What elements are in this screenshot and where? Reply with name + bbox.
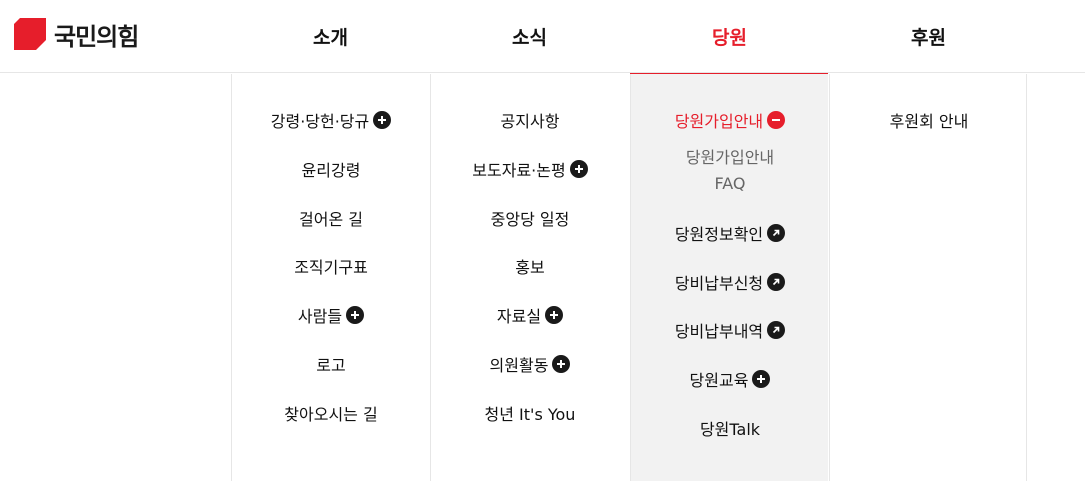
menu-item-label: 당비납부내역 [674, 322, 764, 341]
nav-tab-intro[interactable]: 소개 [231, 0, 430, 73]
external-link-icon[interactable] [767, 321, 786, 339]
menu-item-label: 당원정보확인 [674, 225, 764, 244]
menu-item-directions[interactable]: 찾아오시는 길 [232, 401, 430, 425]
external-link-icon[interactable] [767, 224, 786, 242]
logo-text: 국민의힘 [54, 22, 139, 51]
plus-icon[interactable] [373, 111, 392, 129]
menu-item-lawmaker-activity[interactable]: 의원활동 [431, 352, 629, 376]
menu-item-promotion[interactable]: 홍보 [431, 254, 629, 278]
menu-item-org-chart[interactable]: 조직기구표 [232, 254, 430, 278]
menu-item-press[interactable]: 보도자료·논평 [431, 157, 629, 181]
menu-item-notices[interactable]: 공지사항 [431, 108, 629, 132]
global-header: 국민의힘 소개 소식 당원 후원 [0, 0, 1085, 73]
menu-item-join-guide[interactable]: 당원가입안내 [631, 108, 829, 132]
menu-item-history[interactable]: 걸어온 길 [232, 206, 430, 230]
nav-tab-support[interactable]: 후원 [829, 0, 1028, 73]
site-logo[interactable]: 국민의힘 [14, 18, 139, 51]
menu-item-dues-apply[interactable]: 당비납부신청 [631, 270, 829, 294]
menu-item-logo[interactable]: 로고 [232, 352, 430, 376]
menu-item-label: 의원활동 [489, 356, 549, 375]
menu-item-sponsor-guide[interactable]: 후원회 안내 [830, 108, 1028, 132]
menu-item-label: 자료실 [496, 307, 542, 326]
menu-item-youth[interactable]: 청년 It's You [431, 401, 629, 425]
menu-item-label: 보도자료·논평 [472, 161, 566, 180]
menu-item-label: 강령·당헌·당규 [270, 112, 370, 131]
menu-column-news: 공지사항 보도자료·논평 중앙당 일정 홍보 자료실 의원활동 청년 It's … [430, 74, 628, 481]
nav-tab-news[interactable]: 소식 [430, 0, 629, 73]
menu-item-label: 당원가입안내 [674, 112, 764, 131]
menu-item-dues-history[interactable]: 당비납부내역 [631, 318, 829, 342]
menu-item-member-info[interactable]: 당원정보확인 [631, 221, 829, 245]
menu-item-label: 당비납부신청 [674, 274, 764, 293]
submenu-item-faq[interactable]: FAQ [631, 171, 829, 195]
menu-item-member-education[interactable]: 당원교육 [631, 367, 829, 391]
plus-icon[interactable] [552, 355, 571, 373]
menu-column-support: 후원회 안내 [829, 74, 1027, 481]
menu-item-platform[interactable]: 강령·당헌·당규 [232, 108, 430, 132]
logo-mark-icon [14, 18, 46, 50]
plus-icon[interactable] [545, 306, 564, 324]
menu-item-label: 당원교육 [689, 371, 749, 390]
menu-item-member-talk[interactable]: 당원Talk [631, 416, 829, 440]
menu-column-intro: 강령·당헌·당규 윤리강령 걸어온 길 조직기구표 사람들 로고 찾아오시는 길 [231, 74, 429, 481]
plus-icon[interactable] [346, 306, 365, 324]
plus-icon[interactable] [752, 370, 771, 388]
plus-icon[interactable] [569, 160, 588, 178]
menu-item-ethics[interactable]: 윤리강령 [232, 157, 430, 181]
nav-tab-member[interactable]: 당원 [630, 0, 829, 73]
menu-column-member: 당원가입안내 당원가입안내 FAQ 당원정보확인 당비납부신청 당비납부내역 당… [630, 74, 828, 481]
external-link-icon[interactable] [767, 273, 786, 291]
submenu-item-join-guide[interactable]: 당원가입안내 [631, 144, 829, 168]
menu-item-archive[interactable]: 자료실 [431, 303, 629, 327]
menu-item-people[interactable]: 사람들 [232, 303, 430, 327]
minus-icon[interactable] [767, 111, 786, 129]
menu-item-label: 사람들 [297, 307, 343, 326]
menu-item-schedule[interactable]: 중앙당 일정 [431, 206, 629, 230]
